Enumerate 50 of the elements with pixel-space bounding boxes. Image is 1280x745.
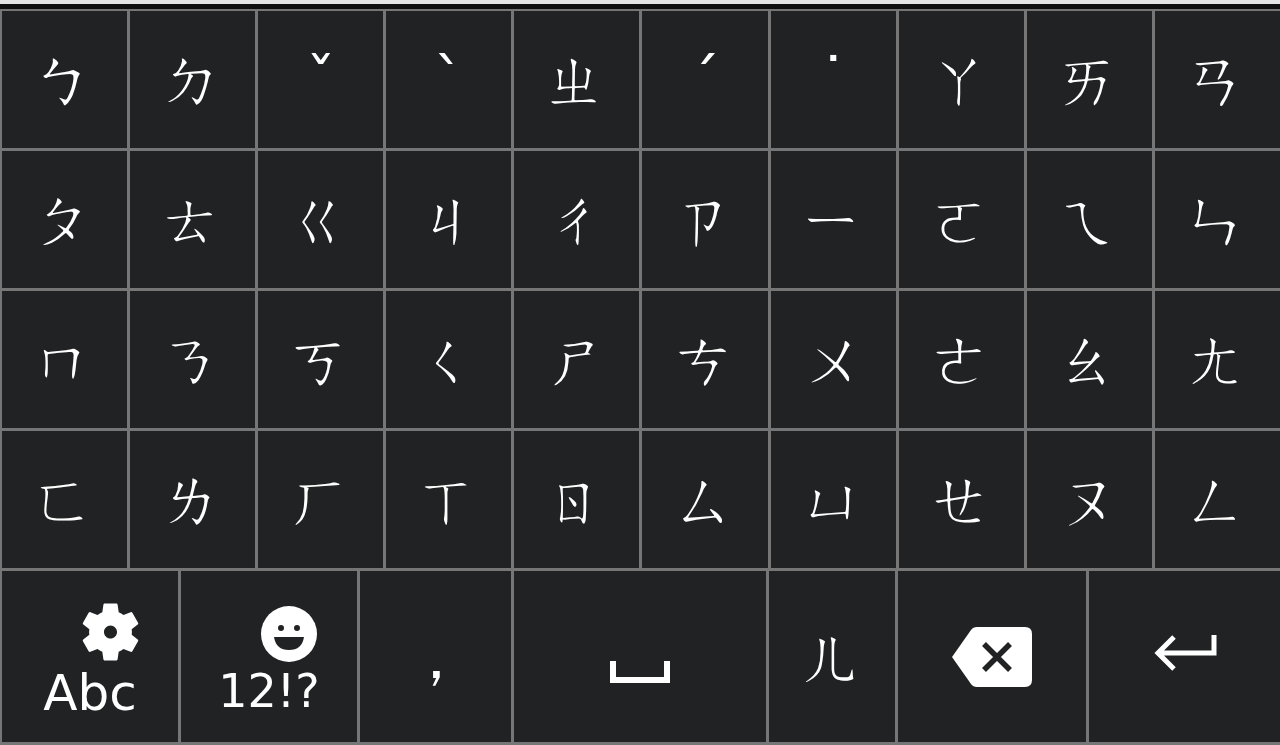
- keyboard-key[interactable]: ㄦ: [769, 571, 895, 742]
- keyboard-key[interactable]: ㄚ: [898, 11, 1024, 148]
- settings-icon: [81, 601, 139, 662]
- keyboard-key[interactable]: ㄗ: [642, 151, 768, 288]
- keyboard-key[interactable]: ㄅ: [2, 11, 128, 148]
- keyboard-key[interactable]: ㄝ: [898, 431, 1024, 568]
- keyboard-key[interactable]: ㄐ: [386, 151, 512, 288]
- keyboard-key[interactable]: ，: [360, 571, 511, 742]
- keyboard-key[interactable]: ㄓ: [514, 11, 640, 148]
- keyboard-key[interactable]: ㄙ: [642, 431, 768, 568]
- keyboard-key[interactable]: ㄨ: [770, 291, 896, 428]
- keyboard-key[interactable]: ㄘ: [642, 291, 768, 428]
- backspace-key[interactable]: [898, 571, 1086, 742]
- keyboard-key[interactable]: ㄖ: [514, 431, 640, 568]
- keyboard-key[interactable]: ㄔ: [514, 151, 640, 288]
- keyboard-key[interactable]: ㄆ: [2, 151, 128, 288]
- keyboard-key[interactable]: ˙: [770, 11, 896, 148]
- keyboard-key[interactable]: ㄕ: [514, 291, 640, 428]
- keyboard-key[interactable]: ˋ: [386, 11, 512, 148]
- backspace-icon: [952, 626, 1032, 687]
- keyboard-key[interactable]: ㄎ: [258, 291, 384, 428]
- space-bar-icon: [610, 660, 670, 683]
- keyboard-key[interactable]: ㄥ: [1154, 431, 1280, 568]
- keyboard-key[interactable]: ㄧ: [770, 151, 896, 288]
- keyboard-key[interactable]: ㄑ: [386, 291, 512, 428]
- keyboard-key[interactable]: ㄜ: [898, 291, 1024, 428]
- keyboard-key[interactable]: ㄤ: [1154, 291, 1280, 428]
- keyboard-key[interactable]: ㄇ: [2, 291, 128, 428]
- keyboard-key[interactable]: ㄈ: [2, 431, 128, 568]
- keyboard-key[interactable]: ㄋ: [130, 291, 256, 428]
- keyboard-key[interactable]: ㄢ: [1154, 11, 1280, 148]
- keyboard-key[interactable]: ㄍ: [258, 151, 384, 288]
- keyboard-key[interactable]: ㄛ: [898, 151, 1024, 288]
- symbols-emoji-key[interactable]: 12!?: [181, 571, 357, 742]
- keyboard-key[interactable]: ㄣ: [1154, 151, 1280, 288]
- keyboard-key[interactable]: ㄊ: [130, 151, 256, 288]
- keyboard-key[interactable]: ㄏ: [258, 431, 384, 568]
- keyboard-key[interactable]: ㄉ: [130, 11, 256, 148]
- keyboard-key[interactable]: ㄠ: [1026, 291, 1152, 428]
- keyboard-key[interactable]: ˊ: [642, 11, 768, 148]
- keyboard-key[interactable]: ㄟ: [1026, 151, 1152, 288]
- space-key[interactable]: [514, 571, 766, 742]
- keyboard-key[interactable]: ㄩ: [770, 431, 896, 568]
- keyboard-key[interactable]: ㄒ: [386, 431, 512, 568]
- language-switch-key[interactable]: Abc: [2, 571, 178, 742]
- keyboard-key[interactable]: ㄡ: [1026, 431, 1152, 568]
- smiley-icon: [261, 605, 317, 662]
- keyboard-key[interactable]: ˇ: [258, 11, 384, 148]
- keyboard-key[interactable]: ㄞ: [1026, 11, 1152, 148]
- keyboard-key[interactable]: ㄌ: [130, 431, 256, 568]
